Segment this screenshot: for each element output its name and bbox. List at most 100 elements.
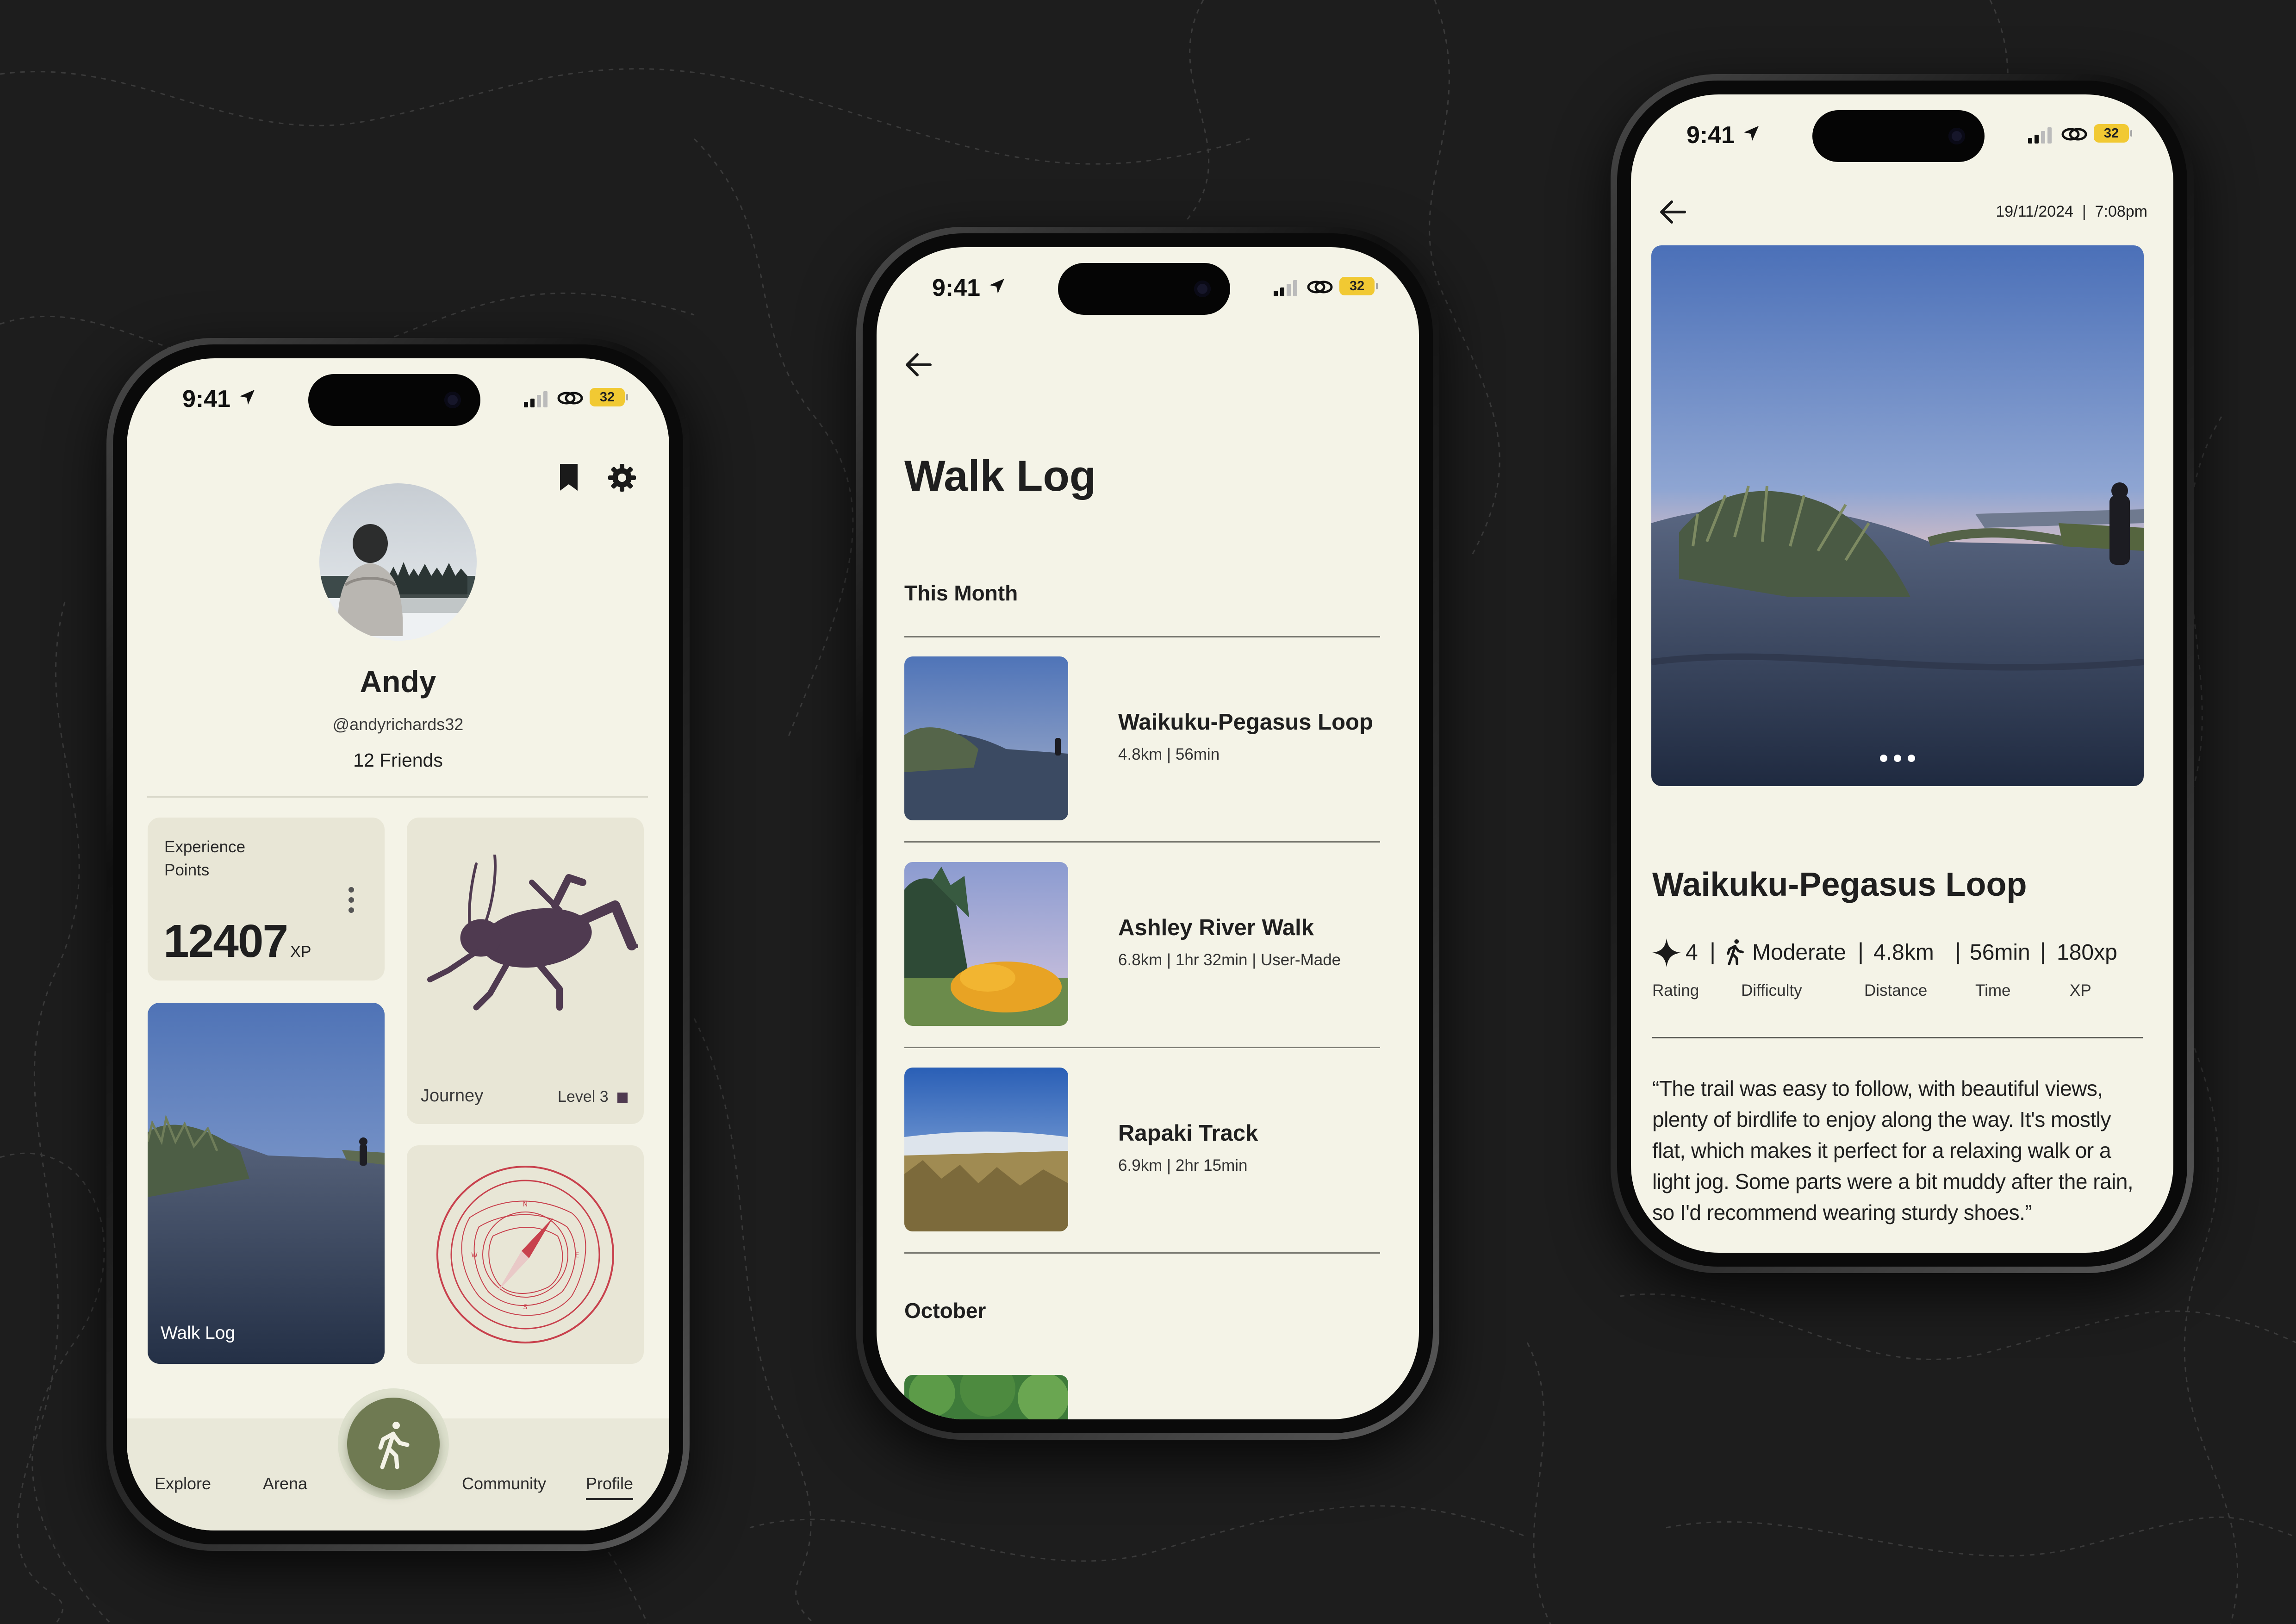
svg-text:E: E (575, 1252, 579, 1259)
section-this-month: This Month (904, 581, 1018, 605)
battery-indicator: 32 (1339, 277, 1378, 295)
svg-text:N: N (523, 1201, 528, 1208)
bookmark-icon[interactable] (557, 463, 580, 492)
status-bar: 9:41 32 (127, 358, 669, 428)
phone-walk-detail: 9:41 32 19/11/2024 | 7:08pm Waikuku-Pega… (1611, 74, 2194, 1273)
cricket-icon (427, 855, 638, 1011)
walking-person-icon (1727, 939, 1744, 966)
nav-arena[interactable]: Arena (263, 1474, 307, 1493)
status-bar: 9:41 32 (1631, 94, 2173, 164)
xp-value: 12407 XP (163, 915, 311, 968)
stat-separator: | (2040, 938, 2046, 964)
profile-handle: @andyrichards32 (332, 715, 464, 734)
walk-thumbnail (904, 1068, 1068, 1231)
svg-text:S: S (523, 1304, 528, 1311)
xp-label-line2: Points (164, 861, 210, 879)
stat-separator: | (1710, 938, 1716, 964)
svg-text:W: W (471, 1252, 478, 1259)
stat-separator: | (1955, 938, 1961, 964)
stat-xp-label: XP (2070, 981, 2091, 999)
status-time: 9:41 (182, 386, 231, 412)
photo-carousel[interactable] (1651, 245, 2144, 786)
link-icon (557, 392, 583, 405)
stat-rating-label: Rating (1652, 981, 1699, 999)
walk-thumbnail[interactable] (904, 1375, 1068, 1419)
profile-divider (147, 796, 648, 798)
location-arrow-icon (1744, 126, 1759, 141)
stat-distance-label: Distance (1864, 981, 1928, 999)
walk-log-photo (148, 1003, 385, 1364)
link-icon (1307, 281, 1333, 294)
more-vertical-icon[interactable] (347, 886, 356, 914)
item-divider (904, 1252, 1380, 1254)
review-text: “The trail was easy to follow, with beau… (1652, 1076, 2134, 1224)
status-time: 9:41 (932, 275, 981, 301)
walk-log-card[interactable]: Walk Log (148, 1003, 385, 1364)
back-arrow-icon[interactable] (1657, 198, 1689, 226)
stat-time-label: Time (1975, 981, 2011, 999)
phone-profile: 9:41 32 Andy @andyrichards32 12 Friends … (106, 338, 690, 1551)
item-divider (904, 1047, 1380, 1048)
stat-separator: | (1858, 938, 1864, 964)
walk-log-label: Walk Log (161, 1323, 236, 1343)
stat-difficulty-value: Moderate (1752, 940, 1846, 965)
compass-badge-icon: N S W E (436, 1166, 614, 1343)
nav-explore[interactable]: Explore (155, 1474, 211, 1493)
location-arrow-icon (989, 279, 1004, 294)
xp-card[interactable]: Experience Points 12407 XP (148, 818, 385, 981)
walking-person-icon (378, 1422, 410, 1469)
stat-difficulty-label: Difficulty (1741, 981, 1802, 999)
start-walk-button[interactable] (347, 1398, 440, 1490)
compass-card[interactable]: N S W E (407, 1145, 644, 1364)
walk-log-screen: 9:41 32 Walk Log This Month Waikuku-Pega… (877, 247, 1419, 1419)
section-october: October (904, 1299, 986, 1323)
stat-xp-value: 180xp (2057, 940, 2117, 965)
journey-label: Journey (421, 1086, 484, 1106)
stat-time-value: 56min (1970, 940, 2030, 965)
dynamic-island (1812, 110, 1985, 162)
xp-unit: XP (290, 943, 311, 961)
signal-icon (2028, 127, 2052, 144)
signal-icon (1274, 280, 1297, 296)
friends-count[interactable]: 12 Friends (127, 750, 669, 771)
camera-icon (1948, 128, 1965, 144)
gear-icon[interactable] (607, 463, 637, 493)
walk-title: Waikuku-Pegasus Loop (1652, 866, 2027, 903)
walk-meta: 6.9km | 2hr 15min (1118, 1156, 1248, 1174)
avatar[interactable] (319, 483, 477, 641)
nav-profile[interactable]: Profile (586, 1474, 634, 1500)
walk-meta: 4.8km | 56min (1118, 745, 1220, 763)
back-arrow-icon[interactable] (902, 351, 935, 379)
walk-name: Rapaki Track (1118, 1121, 1258, 1146)
signal-icon (524, 391, 548, 407)
carousel-dots[interactable] (1879, 754, 1916, 763)
journey-level: Level 3 (558, 1088, 628, 1106)
walk-datetime: 19/11/2024 | 7:08pm (1996, 203, 2147, 220)
status-time: 9:41 (1686, 122, 1735, 149)
item-divider (904, 841, 1380, 843)
dynamic-island (308, 374, 480, 426)
phone-walk-log: 9:41 32 Walk Log This Month Waikuku-Pega… (856, 227, 1439, 1440)
xp-number: 12407 (163, 915, 288, 967)
journey-card[interactable]: Journey Level 3 (407, 818, 644, 1124)
walk-name: Ashley River Walk (1118, 915, 1314, 940)
profile-name: Andy (360, 664, 436, 699)
link-icon (2061, 128, 2087, 141)
battery-indicator: 32 (590, 388, 628, 406)
nav-community[interactable]: Community (462, 1474, 546, 1493)
profile-screen: 9:41 32 Andy @andyrichards32 12 Friends … (127, 358, 669, 1530)
journey-level-label: Level 3 (558, 1088, 609, 1106)
walk-name: Waikuku-Pegasus Loop (1118, 710, 1373, 735)
walk-thumbnail (904, 656, 1068, 820)
walk-meta: 6.8km | 1hr 32min | User-Made (1118, 951, 1341, 969)
level-square-icon (617, 1093, 628, 1103)
status-bar: 9:41 32 (877, 247, 1419, 317)
location-arrow-icon (240, 390, 255, 405)
stat-rating-value: 4 (1686, 940, 1698, 965)
battery-indicator: 32 (2094, 124, 2132, 143)
stats-divider (1652, 1037, 2143, 1038)
walk-thumbnail (904, 862, 1068, 1026)
page-title: Walk Log (904, 451, 1096, 500)
sparkle-icon (1652, 938, 1681, 967)
section-divider (904, 636, 1380, 637)
